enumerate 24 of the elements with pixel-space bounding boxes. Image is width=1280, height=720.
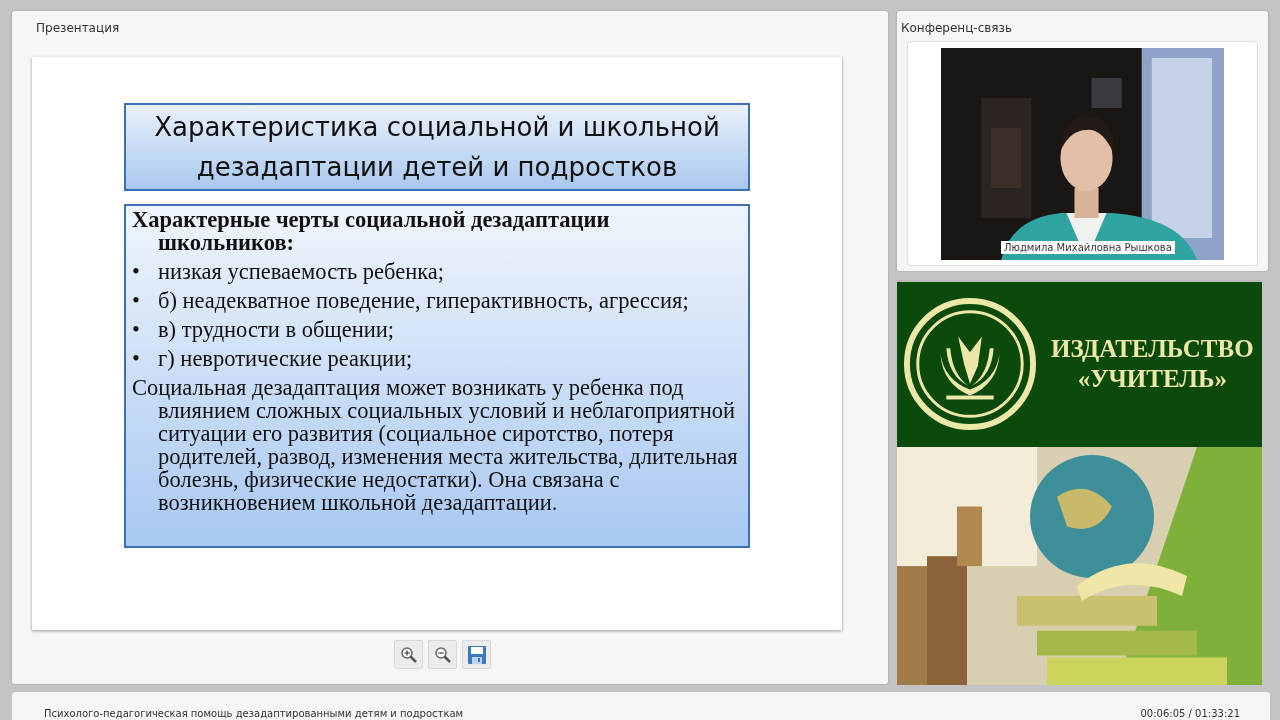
publisher-name: «УЧИТЕЛЬ»	[1077, 364, 1227, 395]
bullet-text: низкая успеваемость ребенка;	[158, 260, 445, 283]
save-button[interactable]	[462, 640, 491, 669]
panel-title: Презентация	[35, 20, 121, 37]
publisher-name: ИЗДАТЕЛЬСТВО	[1051, 334, 1254, 365]
publisher-logo-icon	[903, 297, 1037, 432]
slide-heading: Характерные черты социальной дезадаптации школьников:	[132, 208, 611, 254]
slide-title: Характеристика социальной и школьной дезадаптации детей и подростков	[124, 103, 750, 191]
bullet-marker: •	[132, 260, 141, 283]
zoom-out-icon	[433, 645, 452, 664]
bullet-marker: •	[132, 318, 141, 341]
panel-title: Конференц-связь	[900, 20, 1014, 37]
bullet-text: в) трудности в общении;	[158, 318, 395, 341]
bullet-text: б) неадекватное поведение, гиперактивность, агрессия;	[158, 289, 689, 312]
slide-paragraph: Социальная дезадаптация может возникать у ребенка под влиянием сложных социальных условий и неблагоприятной ситуации его развития (социальное сиротство, потеря родителей, развод, изменения места жительства, длительная болезнь, физические недостатки). Она связана с возникновением школьной дезадаптации.	[132, 376, 739, 514]
zoom-out-button[interactable]	[428, 640, 457, 669]
bullet-marker: •	[132, 289, 141, 312]
bullet-marker: •	[132, 347, 141, 370]
bullet-text: г) невротические реакции;	[158, 347, 413, 370]
zoom-in-button[interactable]	[394, 640, 423, 669]
zoom-in-icon	[399, 645, 418, 664]
course-title: Психолого-педагогическая помощь дезадаптированными детям и подросткам	[44, 708, 464, 720]
speaker-name: Людмила Михайловна Рышкова	[1001, 241, 1175, 254]
playback-time: 00:06:05 / 01:33:21	[1140, 708, 1240, 720]
